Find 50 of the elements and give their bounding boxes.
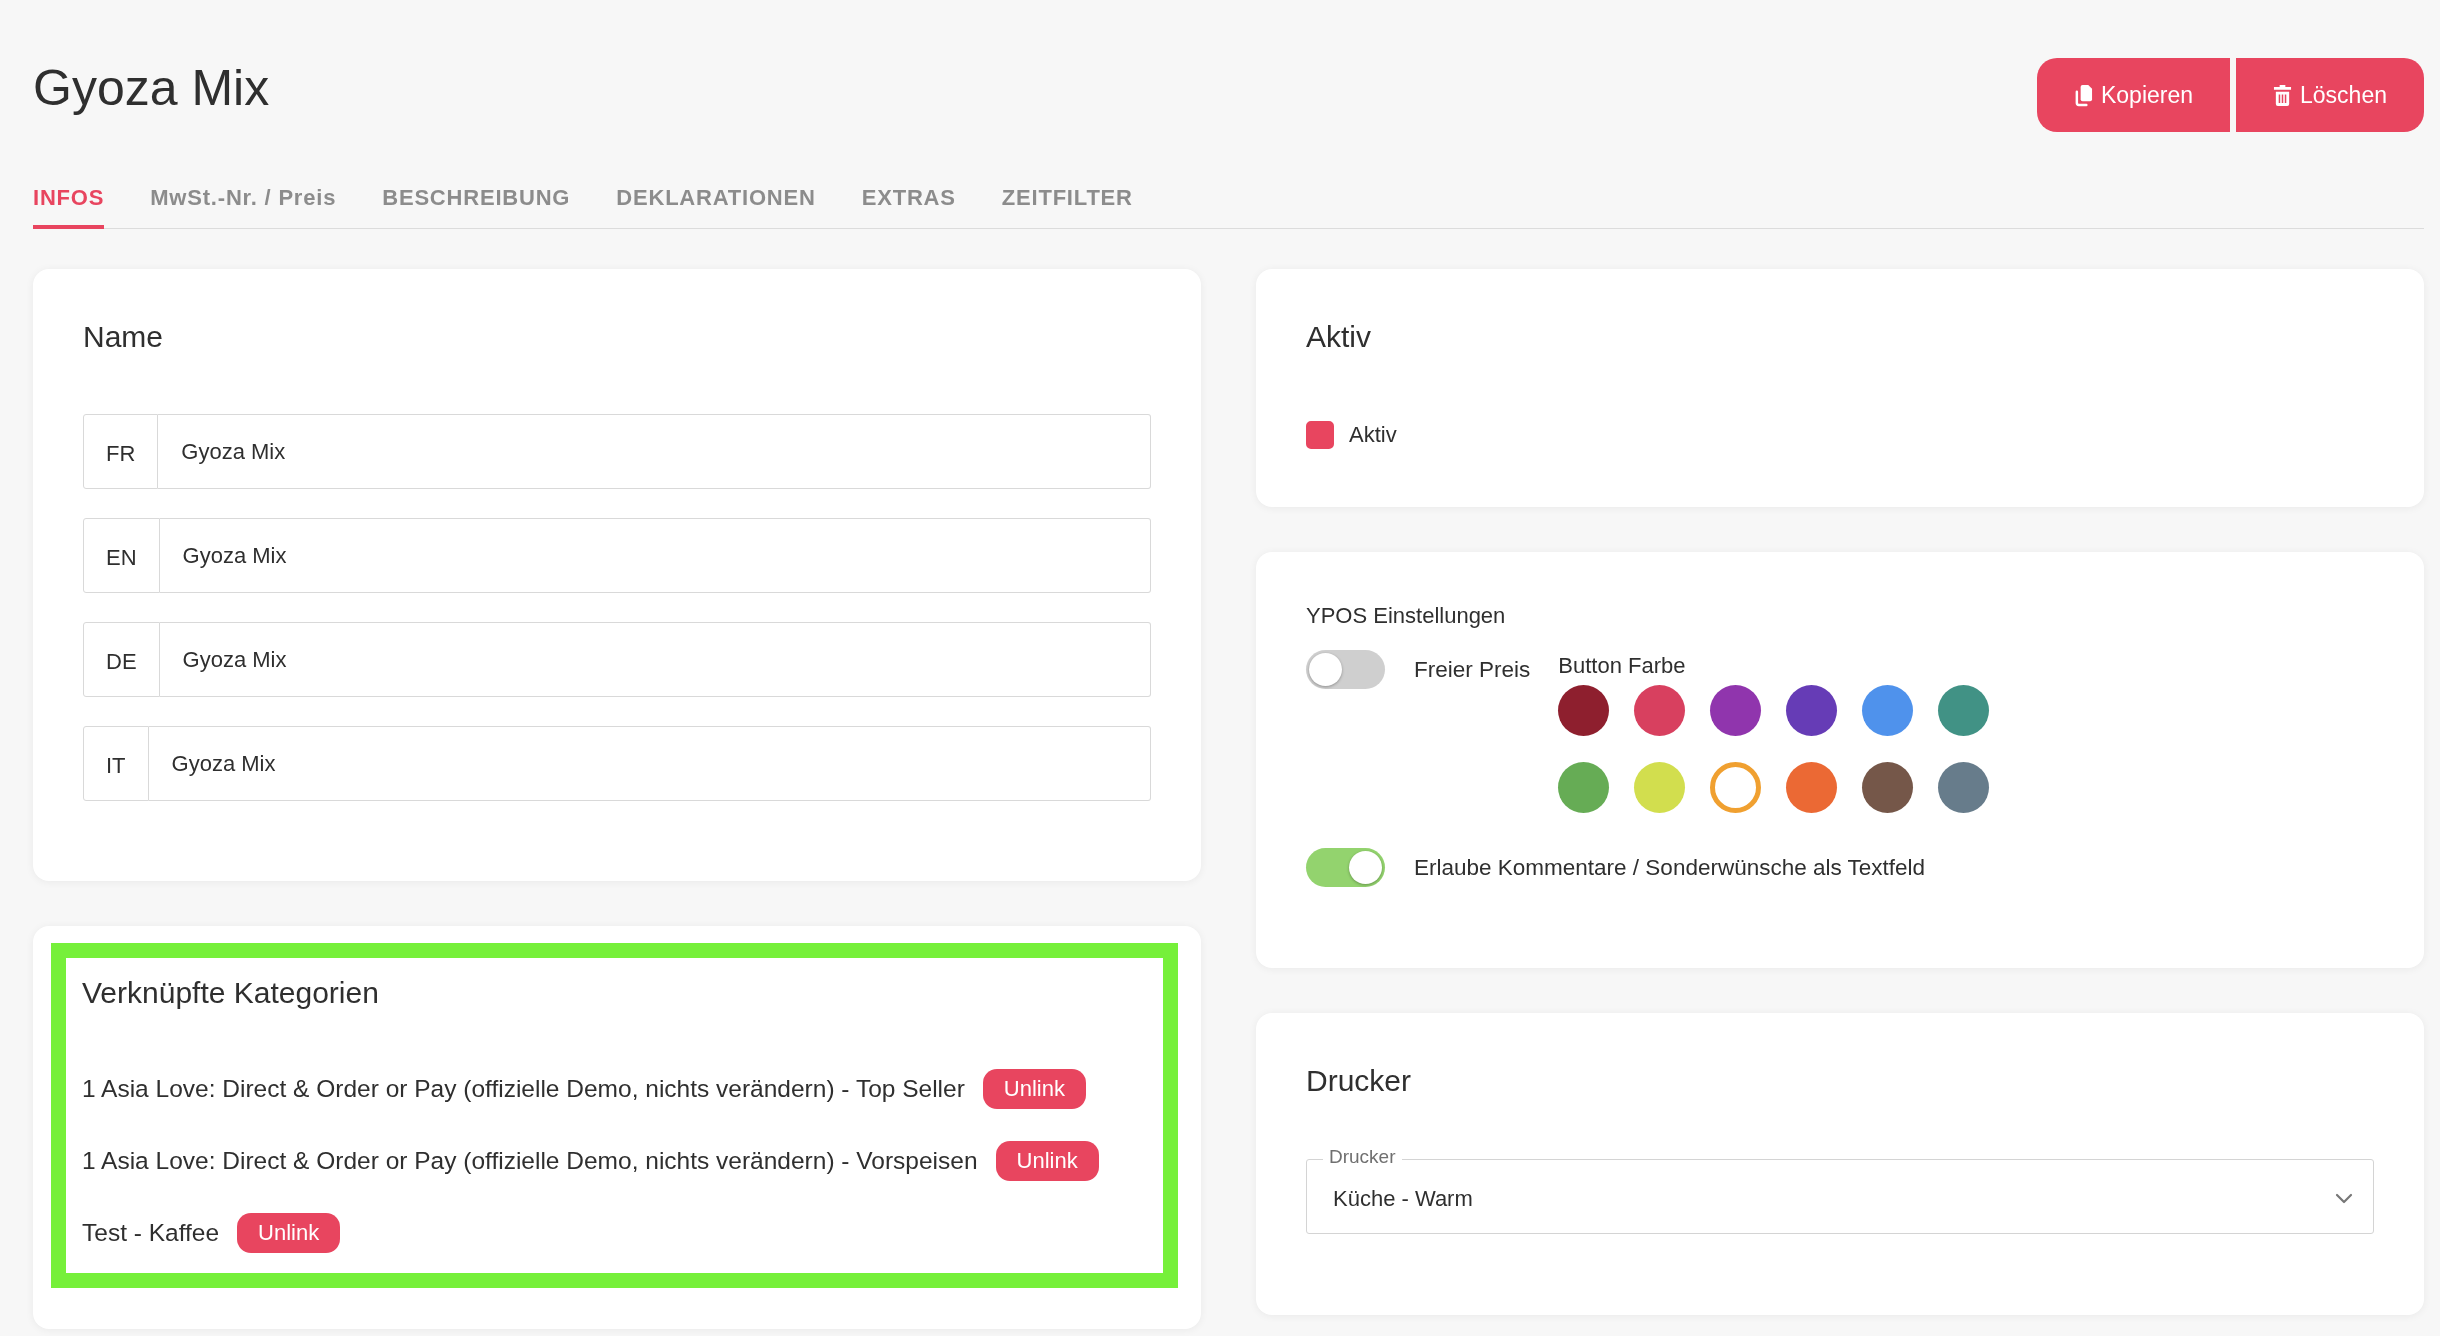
toggle-label: Freier Preis bbox=[1414, 656, 1531, 684]
color-picker-label: Button Farbe bbox=[1558, 652, 1686, 680]
language-prefix: DE bbox=[83, 622, 160, 697]
toggle-label: Erlaube Kommentare / Sonderwünsche als Textfeld bbox=[1414, 854, 1926, 882]
unlink-button[interactable]: Unlink bbox=[995, 1141, 1099, 1181]
chevron-down-icon bbox=[2335, 1193, 2353, 1204]
toggle-switch[interactable] bbox=[1306, 848, 1385, 887]
card-heading: Drucker bbox=[1306, 1063, 1411, 1099]
category-name: 1 Asia Love: Direct & Order or Pay (offizielle Demo, nichts verändern) - Vorspeisen bbox=[82, 1146, 978, 1176]
color-swatch-icon[interactable] bbox=[1786, 685, 1838, 736]
color-swatch-icon[interactable] bbox=[1938, 762, 1990, 813]
tab[interactable]: BESCHREIBUNG bbox=[382, 185, 571, 229]
unlink-button[interactable]: Unlink bbox=[237, 1213, 341, 1253]
color-swatch-icon[interactable] bbox=[1862, 685, 1914, 736]
color-swatch-icon[interactable] bbox=[1558, 762, 1610, 813]
text-input[interactable]: Gyoza Mix bbox=[148, 726, 1151, 801]
color-swatch-icon[interactable] bbox=[1710, 762, 1762, 813]
text-input[interactable]: Gyoza Mix bbox=[158, 414, 1151, 489]
tab[interactable]: ZEITFILTER bbox=[1001, 185, 1133, 229]
trash-icon bbox=[2273, 83, 2293, 107]
checkbox[interactable] bbox=[1306, 421, 1334, 449]
section-label: YPOS Einstellungen bbox=[1306, 602, 1506, 630]
copy-button[interactable]: Kopieren bbox=[2036, 58, 2231, 132]
color-swatch-icon[interactable] bbox=[1862, 762, 1914, 813]
language-prefix: IT bbox=[83, 726, 149, 801]
tab[interactable]: DEKLARATIONEN bbox=[616, 185, 816, 229]
tab[interactable]: INFOS bbox=[33, 185, 105, 229]
category-name: Test - Kaffee bbox=[82, 1218, 220, 1248]
tab[interactable]: MwSt.-Nr. / Preis bbox=[150, 185, 337, 229]
unlink-button[interactable]: Unlink bbox=[982, 1069, 1086, 1109]
color-swatch-icon[interactable] bbox=[1558, 685, 1610, 736]
text-input[interactable]: Gyoza Mix bbox=[159, 622, 1151, 697]
tab[interactable]: EXTRAS bbox=[861, 185, 956, 229]
color-swatch-icon[interactable] bbox=[1710, 685, 1762, 736]
color-swatch-icon[interactable] bbox=[1634, 685, 1686, 736]
card-heading: Verknüpfte Kategorien bbox=[82, 975, 379, 1011]
card-heading: Name bbox=[83, 319, 164, 355]
page-title: Gyoza Mix bbox=[33, 59, 270, 118]
checkbox-label: Aktiv bbox=[1349, 421, 1397, 449]
language-prefix: EN bbox=[83, 518, 160, 593]
copy-icon bbox=[2073, 83, 2093, 107]
color-swatch-icon[interactable] bbox=[1938, 685, 1990, 736]
language-prefix: FR bbox=[83, 414, 159, 489]
card-heading: Aktiv bbox=[1306, 319, 1371, 355]
color-swatch-icon[interactable] bbox=[1634, 762, 1686, 813]
color-swatch-icon[interactable] bbox=[1786, 762, 1838, 813]
category-name: 1 Asia Love: Direct & Order or Pay (offizielle Demo, nichts verändern) - Top Seller bbox=[82, 1074, 965, 1104]
delete-button[interactable]: Löschen bbox=[2236, 58, 2424, 132]
text-input[interactable]: Gyoza Mix bbox=[159, 518, 1151, 593]
toggle-switch[interactable] bbox=[1306, 650, 1385, 689]
